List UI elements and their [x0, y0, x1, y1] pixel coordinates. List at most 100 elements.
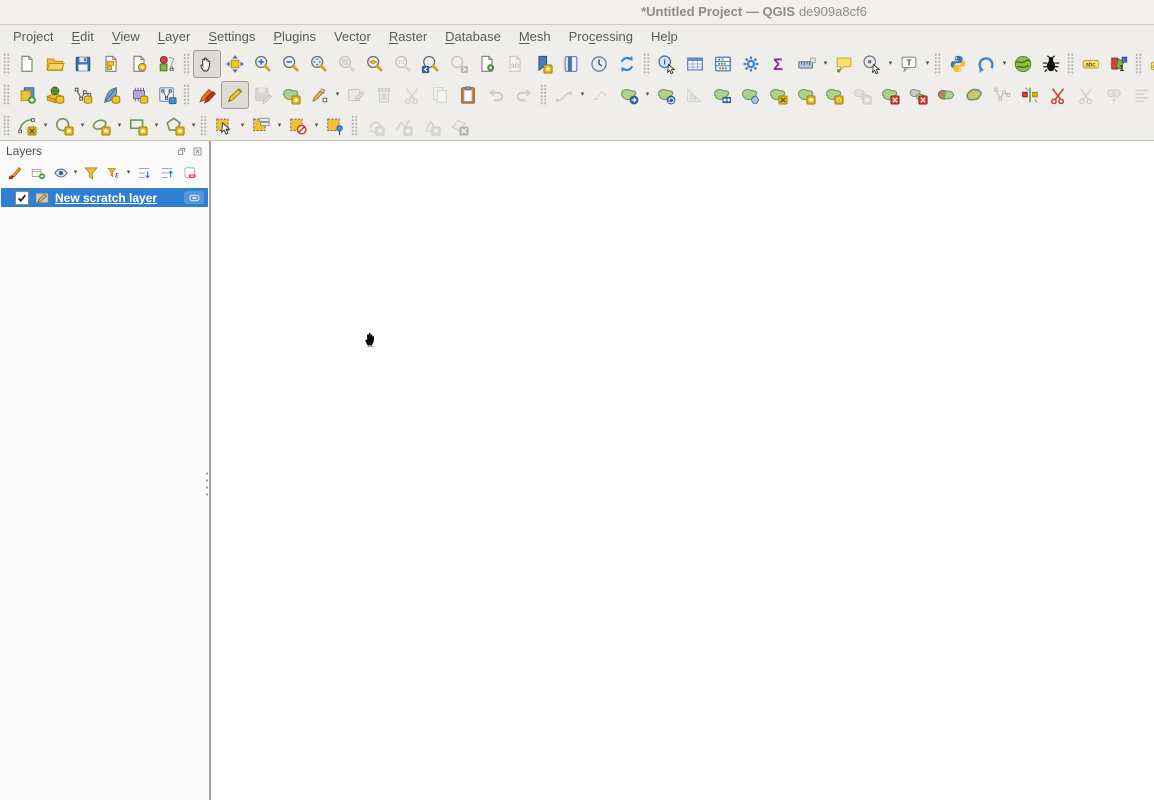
digitize-ellipse-button[interactable]: [87, 112, 115, 140]
select-features-by-value-dropdown[interactable]: ▾: [275, 113, 284, 139]
delete-part-button[interactable]: [876, 81, 904, 109]
digitize-circular-string-dropdown[interactable]: ▾: [41, 113, 50, 139]
menu-settings[interactable]: Settings: [199, 27, 264, 46]
menu-database[interactable]: Database: [436, 27, 510, 46]
digitize-rectangle-button[interactable]: [124, 112, 152, 140]
offset-curve-button[interactable]: [736, 81, 764, 109]
deselect-features-dropdown[interactable]: ▾: [312, 113, 321, 139]
metasearch-catalog-button[interactable]: [1009, 50, 1037, 78]
open-field-calculator-button[interactable]: [709, 50, 737, 78]
menu-project[interactable]: Project: [4, 27, 62, 46]
filter-legend-by-expression-dropdown[interactable]: ▾: [125, 162, 132, 183]
open-project-button[interactable]: [41, 50, 69, 78]
measure-line-button[interactable]: [793, 50, 821, 78]
measure-line-dropdown[interactable]: ▾: [821, 51, 830, 77]
menu-mesh[interactable]: Mesh: [510, 27, 560, 46]
menu-layer[interactable]: Layer: [149, 27, 200, 46]
plugins-toolbar-handle[interactable]: [934, 53, 941, 75]
new-temporary-scratch-layer-button[interactable]: [125, 81, 153, 109]
project-toolbar-handle[interactable]: [3, 53, 10, 75]
collapse-all-button[interactable]: [155, 161, 178, 184]
manage-map-themes-dropdown[interactable]: ▾: [72, 162, 79, 183]
open-attribute-table-button[interactable]: [681, 50, 709, 78]
float-panel-button[interactable]: [175, 145, 188, 158]
move-feature-dropdown[interactable]: ▾: [643, 82, 652, 108]
new-project-button[interactable]: [13, 50, 41, 78]
label-edit-toolbar-handle[interactable]: [351, 115, 358, 137]
label-toolbar-2-handle[interactable]: [1135, 53, 1142, 75]
statistical-summary-button[interactable]: Σ: [765, 50, 793, 78]
selection-toolbar-handle[interactable]: [200, 115, 207, 137]
reshape-features-button[interactable]: [960, 81, 988, 109]
menu-raster[interactable]: Raster: [380, 27, 436, 46]
show-spatial-bookmarks-button[interactable]: [557, 50, 585, 78]
add-group-button[interactable]: [26, 161, 49, 184]
add-polygon-feature-button[interactable]: [277, 81, 305, 109]
map-navigation-toolbar-handle[interactable]: [183, 53, 190, 75]
digitize-circular-string-button[interactable]: [13, 112, 41, 140]
pan-map-to-selection-button[interactable]: [221, 50, 249, 78]
pan-map-button[interactable]: [193, 50, 221, 78]
map-tips-button[interactable]: [830, 50, 858, 78]
layer-name[interactable]: New scratch layer: [55, 191, 157, 205]
add-ring-button[interactable]: [792, 81, 820, 109]
digitizing-toolbar-handle[interactable]: [183, 84, 190, 106]
panel-resize-grip[interactable]: [205, 470, 209, 500]
simplify-feature-button[interactable]: [708, 81, 736, 109]
digitize-ellipse-dropdown[interactable]: ▾: [115, 113, 124, 139]
python-console-button[interactable]: [944, 50, 972, 78]
vertex-tool-dropdown[interactable]: ▾: [333, 82, 342, 108]
advanced-digitizing-toolbar-handle[interactable]: [540, 84, 547, 106]
run-feature-action-button[interactable]: [858, 50, 886, 78]
remove-selected-part-button[interactable]: [904, 81, 932, 109]
refresh-map-button[interactable]: [613, 50, 641, 78]
new-print-layout-button[interactable]: [97, 50, 125, 78]
layer-labeling-options-button[interactable]: abc: [1077, 50, 1105, 78]
temporal-controller-panel-button[interactable]: [585, 50, 613, 78]
remove-layer-group-button[interactable]: [178, 161, 201, 184]
split-features-button[interactable]: [1044, 81, 1072, 109]
expand-all-button[interactable]: [132, 161, 155, 184]
open-layer-styling-panel-button[interactable]: [3, 161, 26, 184]
menu-plugins[interactable]: Plugins: [264, 27, 325, 46]
select-features-by-value-button[interactable]: [247, 112, 275, 140]
menu-help[interactable]: Help: [642, 27, 687, 46]
new-geopackage-layer-button[interactable]: [41, 81, 69, 109]
new-spatialite-layer-button[interactable]: [97, 81, 125, 109]
new-virtual-layer-button[interactable]: [153, 81, 181, 109]
select-features-dropdown[interactable]: ▾: [238, 113, 247, 139]
layer-diagram-options-button[interactable]: 1: [1105, 50, 1133, 78]
digitize-regular-polygon-dropdown[interactable]: ▾: [189, 113, 198, 139]
filter-legend-button[interactable]: [79, 161, 102, 184]
menu-vector[interactable]: Vector: [325, 27, 380, 46]
fill-ring-button[interactable]: [820, 81, 848, 109]
toggle-editing-button[interactable]: [221, 81, 249, 109]
current-edits-button[interactable]: [193, 81, 221, 109]
first-aid-debugger-button[interactable]: [1037, 50, 1065, 78]
text-annotation-button[interactable]: T: [895, 50, 923, 78]
layer-row[interactable]: New scratch layer: [1, 188, 208, 207]
show-layout-manager-button[interactable]: [125, 50, 153, 78]
menu-processing[interactable]: Processing: [560, 27, 642, 46]
open-data-source-manager-button[interactable]: [13, 81, 41, 109]
digitize-rectangle-dropdown[interactable]: ▾: [152, 113, 161, 139]
menu-view[interactable]: View: [103, 27, 149, 46]
save-project-button[interactable]: [69, 50, 97, 78]
paste-features-button[interactable]: [454, 81, 482, 109]
new-spatial-bookmark-button[interactable]: [529, 50, 557, 78]
deselect-features-button[interactable]: [284, 112, 312, 140]
pin-unpin-labels-button[interactable]: abc: [1145, 50, 1154, 78]
delete-ring-button[interactable]: [764, 81, 792, 109]
label-toolbar-handle[interactable]: [1067, 53, 1074, 75]
select-by-location-button[interactable]: [321, 112, 349, 140]
new-map-view-button[interactable]: [473, 50, 501, 78]
manage-map-themes-button[interactable]: [49, 161, 72, 184]
filter-legend-by-expression-button[interactable]: ε: [102, 161, 125, 184]
layer-visibility-checkbox[interactable]: [15, 191, 29, 205]
digitize-regular-polygon-button[interactable]: [161, 112, 189, 140]
new-shapefile-layer-button[interactable]: [69, 81, 97, 109]
vertex-tool-button[interactable]: [305, 81, 333, 109]
close-panel-button[interactable]: [191, 145, 204, 158]
advanced-vertex-edit-button[interactable]: [1016, 81, 1044, 109]
select-features-button[interactable]: [210, 112, 238, 140]
